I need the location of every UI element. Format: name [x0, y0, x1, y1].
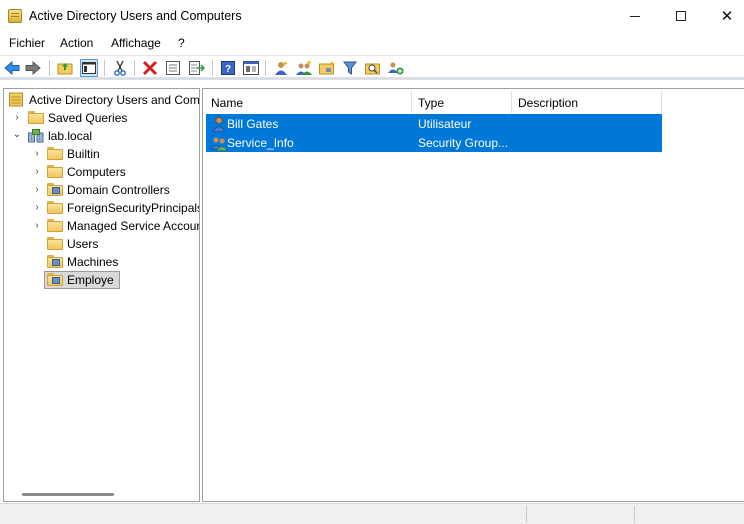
- ou-folder-icon: [47, 255, 63, 268]
- tree-item-root[interactable]: Active Directory Users and Com: [8, 91, 200, 109]
- scrollbar-thumb[interactable]: [22, 493, 114, 496]
- tree-item-foreign-security-principals[interactable]: › ForeignSecurityPrincipals: [8, 199, 200, 217]
- export-list-icon[interactable]: [188, 59, 206, 77]
- chevron-right-icon[interactable]: ›: [32, 149, 42, 159]
- cell-name: Service_Info: [227, 136, 294, 150]
- tree-label-managed-service-accounts: Managed Service Accour: [67, 219, 200, 233]
- toolbar-separator: [49, 60, 50, 76]
- svg-text:?: ?: [225, 64, 231, 75]
- close-icon: ✕: [720, 7, 734, 25]
- menu-bar: Fichier Action Affichage ?: [0, 32, 744, 54]
- column-header-description[interactable]: Description: [512, 91, 662, 113]
- column-header-type[interactable]: Type: [412, 91, 512, 113]
- minimize-icon: [630, 15, 640, 17]
- cell-type: Utilisateur: [418, 117, 472, 131]
- help-icon[interactable]: ?: [219, 59, 237, 77]
- toolbar-separator: [104, 60, 105, 76]
- tree-label-foreign-security-principals: ForeignSecurityPrincipals: [67, 201, 200, 215]
- add-to-group-icon[interactable]: [387, 59, 405, 77]
- maximize-icon: [676, 11, 686, 21]
- tree-item-machines[interactable]: Machines: [8, 253, 198, 271]
- domain-icon: [28, 129, 44, 143]
- tree-item-saved-queries[interactable]: › Saved Queries: [8, 109, 198, 127]
- column-header-name[interactable]: Name: [205, 91, 412, 113]
- cell-type: Security Group...: [418, 136, 509, 150]
- folder-icon: [47, 219, 63, 232]
- forward-arrow-icon[interactable]: [24, 59, 42, 77]
- chevron-right-icon[interactable]: ›: [32, 221, 42, 231]
- toolbar-separator: [212, 60, 213, 76]
- chevron-right-icon[interactable]: ›: [32, 185, 42, 195]
- folder-icon: [28, 111, 44, 124]
- find-icon[interactable]: [364, 59, 382, 77]
- folder-icon: [47, 147, 63, 160]
- tree-label-employe: Employe: [67, 273, 114, 287]
- new-user-icon[interactable]: [272, 59, 290, 77]
- cell-name: Bill Gates: [227, 117, 279, 131]
- status-bar: [0, 503, 744, 524]
- mmc-view-icon[interactable]: [242, 59, 260, 77]
- tree-item-domain-controllers[interactable]: › Domain Controllers: [8, 181, 198, 199]
- status-divider: [634, 506, 635, 523]
- title-bar: Active Directory Users and Computers ✕: [0, 0, 744, 32]
- tree-item-builtin[interactable]: › Builtin: [8, 145, 198, 163]
- tree-label-lab-local: lab.local: [48, 129, 93, 143]
- close-button[interactable]: ✕: [704, 0, 744, 32]
- new-group-icon[interactable]: [295, 59, 313, 77]
- menu-affichage[interactable]: Affichage: [111, 36, 161, 50]
- tree-horizontal-scrollbar[interactable]: [4, 487, 199, 501]
- new-ou-icon[interactable]: [318, 59, 336, 77]
- tree-label-builtin: Builtin: [67, 147, 100, 161]
- tree-item-managed-service-accounts[interactable]: › Managed Service Accour: [8, 217, 200, 235]
- minimize-button[interactable]: [612, 0, 658, 32]
- chevron-right-icon[interactable]: ›: [32, 167, 42, 177]
- back-arrow-icon[interactable]: [3, 59, 21, 77]
- toolbar-separator: [134, 60, 135, 76]
- folder-icon: [47, 201, 63, 214]
- list-row-service-info[interactable]: Service_Info Security Group...: [206, 133, 662, 152]
- menu-action[interactable]: Action: [60, 36, 93, 50]
- chevron-down-icon[interactable]: ⌄: [12, 130, 22, 140]
- maximize-button[interactable]: [658, 0, 704, 32]
- toolbar: ?: [0, 55, 744, 80]
- list-row-bill-gates[interactable]: Bill Gates Utilisateur: [206, 114, 662, 133]
- console-tree: Active Directory Users and Com › Saved Q…: [3, 88, 200, 502]
- aduc-root-icon: [9, 92, 23, 107]
- tree-label-users: Users: [67, 237, 99, 251]
- tree-label-saved-queries: Saved Queries: [48, 111, 128, 125]
- tree-item-computers[interactable]: › Computers: [8, 163, 198, 181]
- ou-folder-icon: [47, 273, 63, 286]
- ou-folder-icon: [47, 183, 63, 196]
- tree-label-machines: Machines: [67, 255, 119, 269]
- chevron-right-icon[interactable]: ›: [32, 203, 42, 213]
- details-pane: Name Type Description Bill Gates Utilisa…: [202, 88, 744, 502]
- delete-icon[interactable]: [141, 59, 159, 77]
- tree-label-domain-controllers: Domain Controllers: [67, 183, 170, 197]
- console-tree-icon[interactable]: [80, 59, 98, 77]
- chevron-right-icon[interactable]: ›: [12, 113, 22, 123]
- group-icon: [211, 137, 227, 151]
- cut-icon[interactable]: [111, 59, 129, 77]
- status-divider: [526, 506, 527, 523]
- properties-icon[interactable]: [164, 59, 182, 77]
- menu-fichier[interactable]: Fichier: [9, 36, 45, 50]
- up-folder-icon[interactable]: [56, 59, 74, 77]
- tree-item-users[interactable]: Users: [8, 235, 198, 253]
- filter-icon[interactable]: [341, 59, 359, 77]
- window-title: Active Directory Users and Computers: [29, 9, 242, 23]
- folder-icon: [47, 237, 63, 250]
- folder-icon: [47, 165, 63, 178]
- aduc-app-icon: [8, 9, 22, 23]
- toolbar-separator: [265, 60, 266, 76]
- tree-item-lab-local[interactable]: ⌄ lab.local: [8, 127, 198, 145]
- tree-label-computers: Computers: [67, 165, 126, 179]
- tree-item-employe[interactable]: Employe: [8, 271, 198, 289]
- tree-label-root: Active Directory Users and Com: [29, 93, 200, 107]
- user-icon: [212, 116, 226, 132]
- menu-help[interactable]: ?: [178, 36, 185, 50]
